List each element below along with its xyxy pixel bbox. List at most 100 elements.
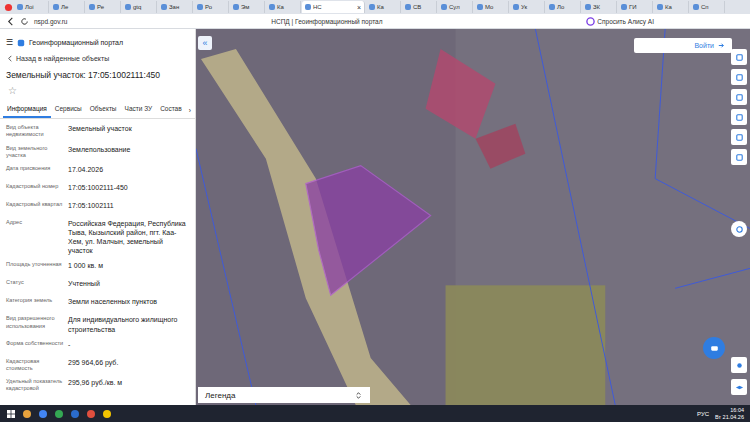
browser-tab[interactable]: Ук (510, 1, 545, 13)
chevron-left-icon (8, 55, 12, 62)
map[interactable]: « Войти Легенда (196, 29, 750, 405)
browser-tab[interactable]: Ка (366, 1, 401, 13)
field-row: Кадастровый квартал17:05:1002111 (0, 198, 195, 216)
back-icon[interactable] (6, 17, 15, 26)
map-tool-button[interactable] (731, 69, 747, 85)
legend-bar[interactable]: Легенда (198, 387, 370, 403)
side-tool-button[interactable] (731, 221, 747, 237)
field-value: 1 000 кв. м (68, 261, 189, 270)
map-toolbar (731, 49, 747, 165)
favicon-icon (305, 4, 311, 10)
favicon-icon (441, 4, 447, 10)
browser-tab[interactable]: Ле (50, 1, 85, 13)
browser-tab[interactable]: ГИ (618, 1, 653, 13)
taskbar-app-icon[interactable] (54, 409, 64, 419)
favicon-icon (369, 4, 375, 10)
map-tool-button[interactable] (731, 149, 747, 165)
login-icon (717, 41, 726, 50)
field-label: Статус (6, 279, 64, 286)
field-row: Удельный показатель кадастровой295,96 ру… (0, 375, 195, 396)
chat-icon (709, 343, 720, 354)
field-row: Статус Учтенный (0, 276, 195, 294)
expand-icon (354, 391, 363, 400)
browser-tab[interactable]: Эм (230, 1, 265, 13)
page-title: НСПД | Геоинформационный портал (72, 18, 581, 25)
windows-start-icon[interactable] (6, 409, 16, 419)
browser-tab[interactable]: Ре (86, 1, 121, 13)
browser-tab[interactable]: НС× (302, 1, 365, 13)
sidebar: ☰Геоинформационный порталНазад в найденн… (0, 29, 196, 405)
browser-tab[interactable]: Ро (194, 1, 229, 13)
browser-tab[interactable]: Лоі (14, 1, 49, 13)
object-title: Земельный участок: 17:05:1002111:450 (0, 64, 195, 82)
field-value: Земли населенных пунктов (68, 297, 189, 306)
browser-tab[interactable]: Сул (438, 1, 473, 13)
url-field[interactable]: nspd.gov.ru (34, 18, 67, 25)
favicon-icon (17, 4, 23, 10)
field-row: Дата присвоения17.04.2026 (0, 162, 195, 180)
field-label: Удельный показатель кадастровой (6, 378, 64, 393)
field-row: Площадь уточненная 1 000 кв. м (0, 258, 195, 276)
tabs-more-button[interactable]: › (186, 104, 194, 118)
favicon-icon (197, 4, 203, 10)
object-tab[interactable]: Состав (156, 102, 186, 118)
favicon-icon (693, 4, 699, 10)
favicon-icon (621, 4, 627, 10)
layers-icon (735, 383, 744, 392)
taskbar-app-icon[interactable] (70, 409, 80, 419)
map-tool-button[interactable] (731, 379, 747, 395)
favorite-button[interactable]: ☆ (0, 82, 195, 100)
field-value: 17:05:1002111 (68, 201, 189, 210)
favicon-icon (269, 4, 275, 10)
refresh-icon[interactable] (20, 17, 29, 26)
taskbar-app-icon[interactable] (102, 409, 112, 419)
favicon-icon (161, 4, 167, 10)
browser-tab[interactable]: СВ (402, 1, 437, 13)
map-tool-button[interactable] (731, 129, 747, 145)
location-icon (735, 361, 744, 370)
map-tool-button[interactable] (731, 49, 747, 65)
object-tab[interactable]: Информация (3, 102, 51, 118)
browser-tab[interactable]: ЗК (582, 1, 617, 13)
alice-button[interactable]: Спросить Алису AI (586, 17, 654, 26)
back-link[interactable]: Назад в найденные объекты (0, 53, 195, 64)
chat-button[interactable] (703, 337, 725, 359)
field-row: Вид объекта недвижимостиЗемельный участо… (0, 121, 195, 142)
field-label: Площадь уточненная (6, 261, 64, 268)
browser-tab[interactable]: Ка (266, 1, 301, 13)
map-tool-button[interactable] (731, 357, 747, 373)
taskbar-app-icon[interactable] (86, 409, 96, 419)
field-value: 17:05:1002111-450 (68, 183, 189, 192)
browser-tab[interactable]: Ло (546, 1, 581, 13)
collapse-panel-button[interactable]: « (198, 36, 212, 50)
field-label: Вид земельного участка (6, 145, 64, 160)
field-label: Вид объекта недвижимости (6, 124, 64, 139)
taskbar-app-icon[interactable] (38, 409, 48, 419)
browser-tab[interactable]: Сп (690, 1, 725, 13)
tab-close-button[interactable]: × (357, 4, 361, 11)
favicon-icon (549, 4, 555, 10)
menu-button[interactable]: ☰ (6, 38, 13, 47)
object-tab[interactable]: Объекты (86, 102, 121, 118)
map-tool-button[interactable] (731, 89, 747, 105)
favicon-icon (657, 4, 663, 10)
field-row: Кадастровый номер17:05:1002111-450 (0, 180, 195, 198)
taskbar: РУС 16:04Вт 21.04.26 (0, 405, 750, 422)
object-tab[interactable]: Сервисы (51, 102, 86, 118)
browser-tab[interactable]: gtq (122, 1, 157, 13)
favicon-icon (89, 4, 95, 10)
map-imagery[interactable] (196, 29, 750, 405)
clock[interactable]: 16:04Вт 21.04.26 (715, 407, 744, 419)
taskbar-app-icon[interactable] (22, 409, 32, 419)
field-value: Учтенный (68, 279, 189, 288)
browser-tab[interactable]: Зан (158, 1, 193, 13)
browser-logo-icon[interactable] (4, 3, 13, 12)
map-tool-button[interactable] (731, 109, 747, 125)
browser-tab[interactable]: Мо (474, 1, 509, 13)
browser-tab[interactable]: Ка (654, 1, 689, 13)
language-indicator[interactable]: РУС (697, 411, 709, 417)
tool-icon (735, 93, 744, 102)
field-value: Для индивидуального жилищного строительс… (68, 315, 189, 333)
object-tab[interactable]: Части ЗУ (121, 102, 157, 118)
login-button[interactable]: Войти (634, 38, 732, 53)
